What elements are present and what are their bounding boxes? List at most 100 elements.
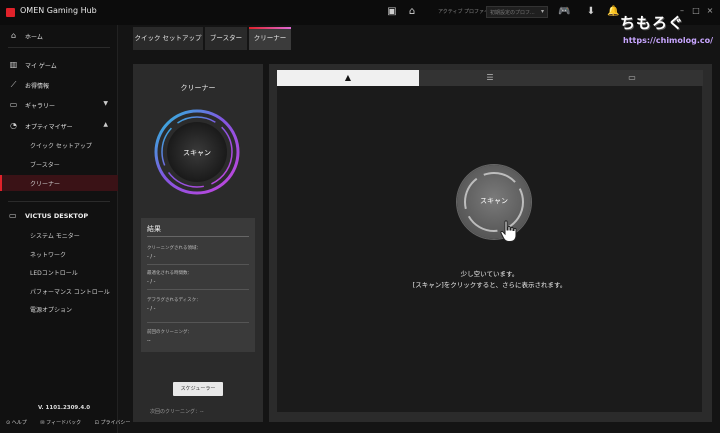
result-divider (147, 264, 249, 265)
sidebar-item-deals[interactable]: ⟋ お得情報 (0, 77, 118, 93)
drive-icon: ▭ (628, 73, 636, 82)
gauge-icon: ◔ (10, 121, 17, 130)
sidebar-item-gallery[interactable]: ▭ ギャラリー ▼ (0, 97, 118, 113)
result-label: デフラグされるディスク： (147, 298, 201, 303)
tab-quick-setup[interactable]: クイック セットアップ (133, 27, 203, 50)
hint-message: [スキャン]をクリックすると、さらに表示されます。 (412, 281, 567, 289)
app-window: OMEN Gaming Hub ▣ ⌂ アクティブ プロファイル 初期設定のプロ… (0, 0, 720, 433)
scan-button-label: スキャン (480, 197, 508, 205)
privacy-link-label: プライバシー (100, 420, 131, 426)
sidebar-item-system-monitor[interactable]: システム モニター (0, 227, 118, 243)
privacy-link[interactable]: ⊡ プライバシー (95, 420, 137, 426)
chevron-up-icon: ▲ (103, 121, 108, 128)
omen-logo-icon (6, 8, 15, 17)
help-link-label: ヘルプ (11, 420, 27, 426)
tab-booster[interactable]: ブースター (205, 27, 247, 50)
results-divider (147, 236, 249, 237)
result-divider (147, 289, 249, 290)
sidebar-item-cleaner[interactable]: クリーナー (0, 175, 118, 191)
scan-ring-button[interactable]: スキャン (153, 108, 241, 196)
device-title[interactable]: ▭ VICTUS DESKTOP (0, 208, 118, 224)
sidebar-item-label: お得情報 (25, 83, 50, 90)
download-icon[interactable]: ⬇ (585, 6, 597, 18)
chevron-down-icon: ▼ (103, 100, 108, 107)
profile-value: 初期設定のプロフ... (490, 10, 535, 16)
sidebar-item-network[interactable]: ネットワーク (0, 246, 118, 262)
watermark-url: https://chimolog.co/ (623, 36, 714, 45)
home-icon[interactable]: ⌂ (406, 6, 418, 18)
sidebar-item-label: パフォーマンス コントロール (30, 289, 110, 296)
result-label: 最適化される時間数： (147, 271, 192, 276)
maximize-button[interactable]: □ (690, 5, 702, 17)
help-link[interactable]: ⊙ ヘルプ (6, 420, 33, 426)
sidebar-item-my-games[interactable]: ▥ マイ ゲーム (0, 57, 118, 73)
sidebar-item-label: クイック セットアップ (30, 143, 92, 150)
sidebar-item-optimizer[interactable]: ◔ オプティマイザー ▲ (0, 118, 118, 134)
subtab-sliders[interactable]: ☰ (419, 70, 561, 86)
result-value: - / - (147, 279, 156, 285)
sliders-icon: ☰ (486, 73, 494, 82)
footer-links: ⊙ ヘルプ ✉ フィードバック ⊡ プライバシー (6, 419, 142, 426)
sidebar-divider (8, 201, 110, 202)
device-title-label: VICTUS DESKTOP (25, 212, 89, 220)
tab-cleaner[interactable]: クリーナー (249, 27, 291, 50)
scan-area: スキャン 少し空いています。 [スキャン]をクリックすると、さらに表示されます。 (277, 86, 702, 412)
sidebar-item-led-control[interactable]: LEDコントロール (0, 264, 118, 280)
sidebar-item-booster[interactable]: ブースター (0, 156, 118, 172)
results-title: 結果 (147, 225, 161, 233)
sidebar-item-performance-control[interactable]: パフォーマンス コントロール (0, 283, 118, 299)
cleaner-subtabs: ▲ ☰ ▭ (277, 70, 703, 86)
scan-button[interactable]: スキャン (457, 165, 531, 239)
scheduler-button[interactable]: スケジューラー (173, 382, 223, 396)
title-bar: OMEN Gaming Hub ▣ ⌂ アクティブ プロファイル 初期設定のプロ… (0, 0, 720, 25)
panel-title: クリーナー (180, 84, 216, 92)
sidebar-item-home[interactable]: ⌂ ホーム (0, 28, 118, 44)
cleaner-summary-panel: クリーナー スキャン 結果 クリーニングされる領域： - / - 最適化される時… (133, 64, 263, 422)
controller-icon[interactable]: 🎮 (558, 6, 570, 18)
result-label: クリーニングされる領域： (147, 246, 201, 251)
brush-icon: ▲ (344, 73, 352, 82)
gallery-icon: ▭ (9, 100, 18, 109)
result-value: - / - (147, 306, 156, 312)
scan-ring-label: スキャン (183, 149, 211, 157)
sidebar-item-quick-setup[interactable]: クイック セットアップ (0, 137, 118, 153)
chevron-down-icon: ▾ (540, 8, 544, 15)
close-button[interactable]: × (704, 5, 716, 17)
home-icon: ⌂ (10, 31, 17, 40)
sidebar-item-power-options[interactable]: 電源オプション (0, 301, 118, 317)
sidebar-item-label: システム モニター (30, 233, 80, 240)
hand-cursor-icon (500, 220, 517, 242)
chart-icon: ⟋ (10, 80, 17, 89)
feedback-link-label: フィードバック (46, 420, 82, 426)
results-card: 結果 クリーニングされる領域： - / - 最適化される時間数： - / - デ… (141, 218, 255, 352)
sidebar-item-label: ブースター (30, 162, 60, 169)
sidebar-item-label: LEDコントロール (30, 270, 78, 277)
version-label: V. 1101.2309.4.0 (38, 405, 91, 411)
sidebar-item-label: クリーナー (30, 181, 61, 188)
result-value: -- (147, 338, 151, 344)
watermark-text: ちもろぐ (620, 14, 685, 32)
monitor-icon: ▭ (9, 211, 17, 220)
app-title: OMEN Gaming Hub (20, 6, 97, 15)
sidebar-item-label: オプティマイザー (25, 124, 73, 131)
profile-select[interactable]: 初期設定のプロフ... ▾ (486, 6, 548, 18)
sidebar-item-label: マイ ゲーム (25, 63, 57, 70)
result-label: 前回のクリーニング： (147, 330, 192, 335)
status-message: 少し空いています。 (460, 270, 519, 278)
library-icon: ▥ (9, 60, 18, 69)
subtab-drive[interactable]: ▭ (561, 70, 703, 86)
feedback-link[interactable]: ✉ フィードバック (40, 420, 87, 426)
sidebar: ⌂ ホーム ▥ マイ ゲーム ⟋ お得情報 ▭ ギャラリー ▼ ◔ オプティマイ… (0, 25, 130, 433)
sidebar-item-label: ギャラリー (25, 103, 56, 110)
cleaner-main-panel: ▲ ☰ ▭ スキャン 少し空いています。 [スキャン]をクリックすると、さらに表… (269, 64, 712, 422)
sidebar-item-label: 電源オプション (30, 307, 73, 314)
library-icon[interactable]: ▣ (386, 6, 398, 18)
next-cleaning-label: 次回のクリーニング：-- (150, 409, 204, 415)
result-value: - / - (147, 254, 156, 260)
sidebar-divider (8, 47, 110, 48)
sidebar-item-label: ホーム (25, 34, 43, 41)
subtab-brush[interactable]: ▲ (277, 70, 419, 86)
bell-icon[interactable]: 🔔 (607, 6, 619, 18)
result-divider (147, 322, 249, 323)
sidebar-item-label: ネットワーク (30, 252, 67, 259)
